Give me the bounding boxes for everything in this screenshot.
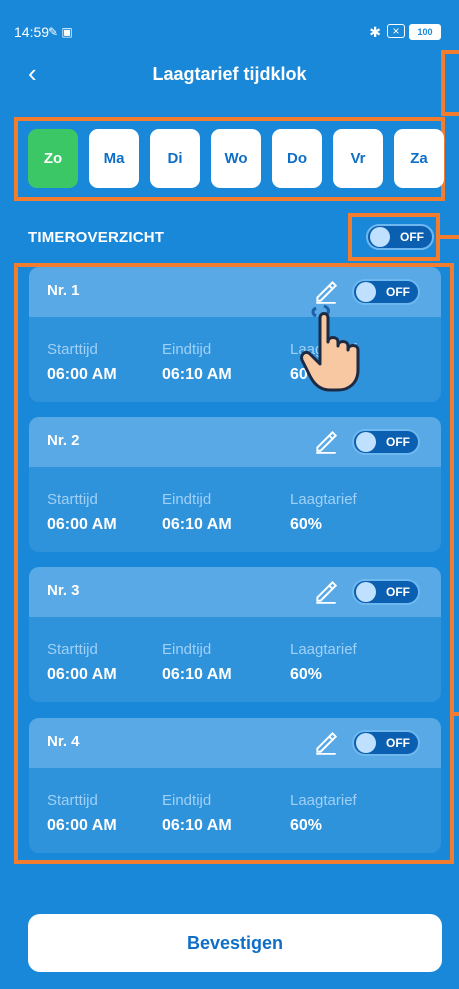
start-label: Starttijd — [47, 792, 98, 809]
day-tab-di[interactable]: Di — [150, 129, 200, 188]
end-label: Eindtijd — [162, 792, 212, 809]
status-bar: 14:59 ✎ ▣ ✱ × 100 — [0, 0, 459, 40]
timer-toggle[interactable]: OFF — [352, 579, 420, 605]
timer-toggle[interactable]: OFF — [352, 730, 420, 756]
toggle-knob — [370, 227, 390, 247]
toggle-knob — [356, 432, 376, 452]
bluetooth-icon: ✱ — [369, 24, 381, 40]
sim-icon: × — [387, 24, 405, 38]
annotation-connector — [440, 235, 459, 239]
timer-card-2: Nr. 2 OFF Starttijd 06:00 AM Eindtijd 06:1… — [29, 417, 441, 552]
end-time: 06:10 AM — [162, 516, 232, 533]
pencil-edit-icon[interactable] — [313, 578, 339, 604]
end-label: Eindtijd — [162, 341, 212, 358]
end-time: 06:10 AM — [162, 666, 232, 683]
start-time: 06:00 AM — [47, 516, 117, 533]
day-tab-za[interactable]: Za — [394, 129, 444, 188]
annotation-frame: OFF — [348, 213, 440, 261]
annotation-connector — [454, 712, 459, 716]
toggle-knob — [356, 733, 376, 753]
page-title: Laagtarief tijdklok — [152, 64, 307, 84]
toggle-knob — [356, 282, 376, 302]
pencil-edit-icon[interactable] — [313, 729, 339, 755]
overview-toggle[interactable]: OFF — [366, 224, 434, 250]
toggle-state: OFF — [386, 435, 410, 449]
day-tab-do[interactable]: Do — [272, 129, 322, 188]
start-time: 06:00 AM — [47, 817, 117, 834]
timer-card-4: Nr. 4 OFF Starttijd 06:00 AM Eindtijd 06:1… — [29, 718, 441, 853]
end-time: 06:10 AM — [162, 366, 232, 383]
timer-name: Nr. 2 — [47, 432, 80, 449]
tap-hand-icon — [300, 304, 360, 392]
end-label: Eindtijd — [162, 641, 212, 658]
pencil-edit-icon[interactable] — [313, 428, 339, 454]
end-time: 06:10 AM — [162, 817, 232, 834]
start-label: Starttijd — [47, 341, 98, 358]
start-time: 06:00 AM — [47, 366, 117, 383]
rate-value: 60% — [290, 666, 323, 683]
toggle-state: OFF — [386, 736, 410, 750]
confirm-button[interactable]: Bevestigen — [28, 914, 442, 972]
toggle-knob — [356, 582, 376, 602]
timer-card-1: Nr. 1 OFF Starttijd 06:00 AM Eindtijd 06:1… — [29, 267, 441, 402]
day-tab-ma[interactable]: Ma — [89, 129, 139, 188]
toggle-state: OFF — [386, 285, 410, 299]
toggle-state: OFF — [400, 230, 424, 244]
app-header: ‹ Laagtarief tijdklok — [0, 50, 459, 96]
timer-name: Nr. 1 — [47, 282, 80, 299]
rate-value: 60% — [290, 516, 323, 533]
rate-label: Laagtarief — [290, 641, 357, 658]
start-time: 06:00 AM — [47, 666, 117, 683]
day-tab-vr[interactable]: Vr — [333, 129, 383, 188]
rate-value: 60% — [290, 817, 323, 834]
day-tab-zo[interactable]: Zo — [28, 129, 78, 188]
start-label: Starttijd — [47, 641, 98, 658]
start-label: Starttijd — [47, 491, 98, 508]
battery-icon: 100 — [409, 24, 441, 40]
timer-toggle[interactable]: OFF — [352, 429, 420, 455]
timer-name: Nr. 3 — [47, 582, 80, 599]
rate-label: Laagtarief — [290, 792, 357, 809]
status-time: 14:59 — [14, 24, 50, 40]
rate-label: Laagtarief — [290, 491, 357, 508]
timer-name: Nr. 4 — [47, 733, 80, 750]
day-selector: Zo Ma Di Wo Do Vr Za — [14, 117, 445, 201]
timer-overview-label: TIMEROVERZICHT — [28, 229, 165, 246]
end-label: Eindtijd — [162, 491, 212, 508]
toggle-state: OFF — [386, 585, 410, 599]
notification-icons: ✎ ▣ — [48, 25, 73, 39]
timer-card-3: Nr. 3 OFF Starttijd 06:00 AM Eindtijd 06:1… — [29, 567, 441, 702]
day-tab-wo[interactable]: Wo — [211, 129, 261, 188]
